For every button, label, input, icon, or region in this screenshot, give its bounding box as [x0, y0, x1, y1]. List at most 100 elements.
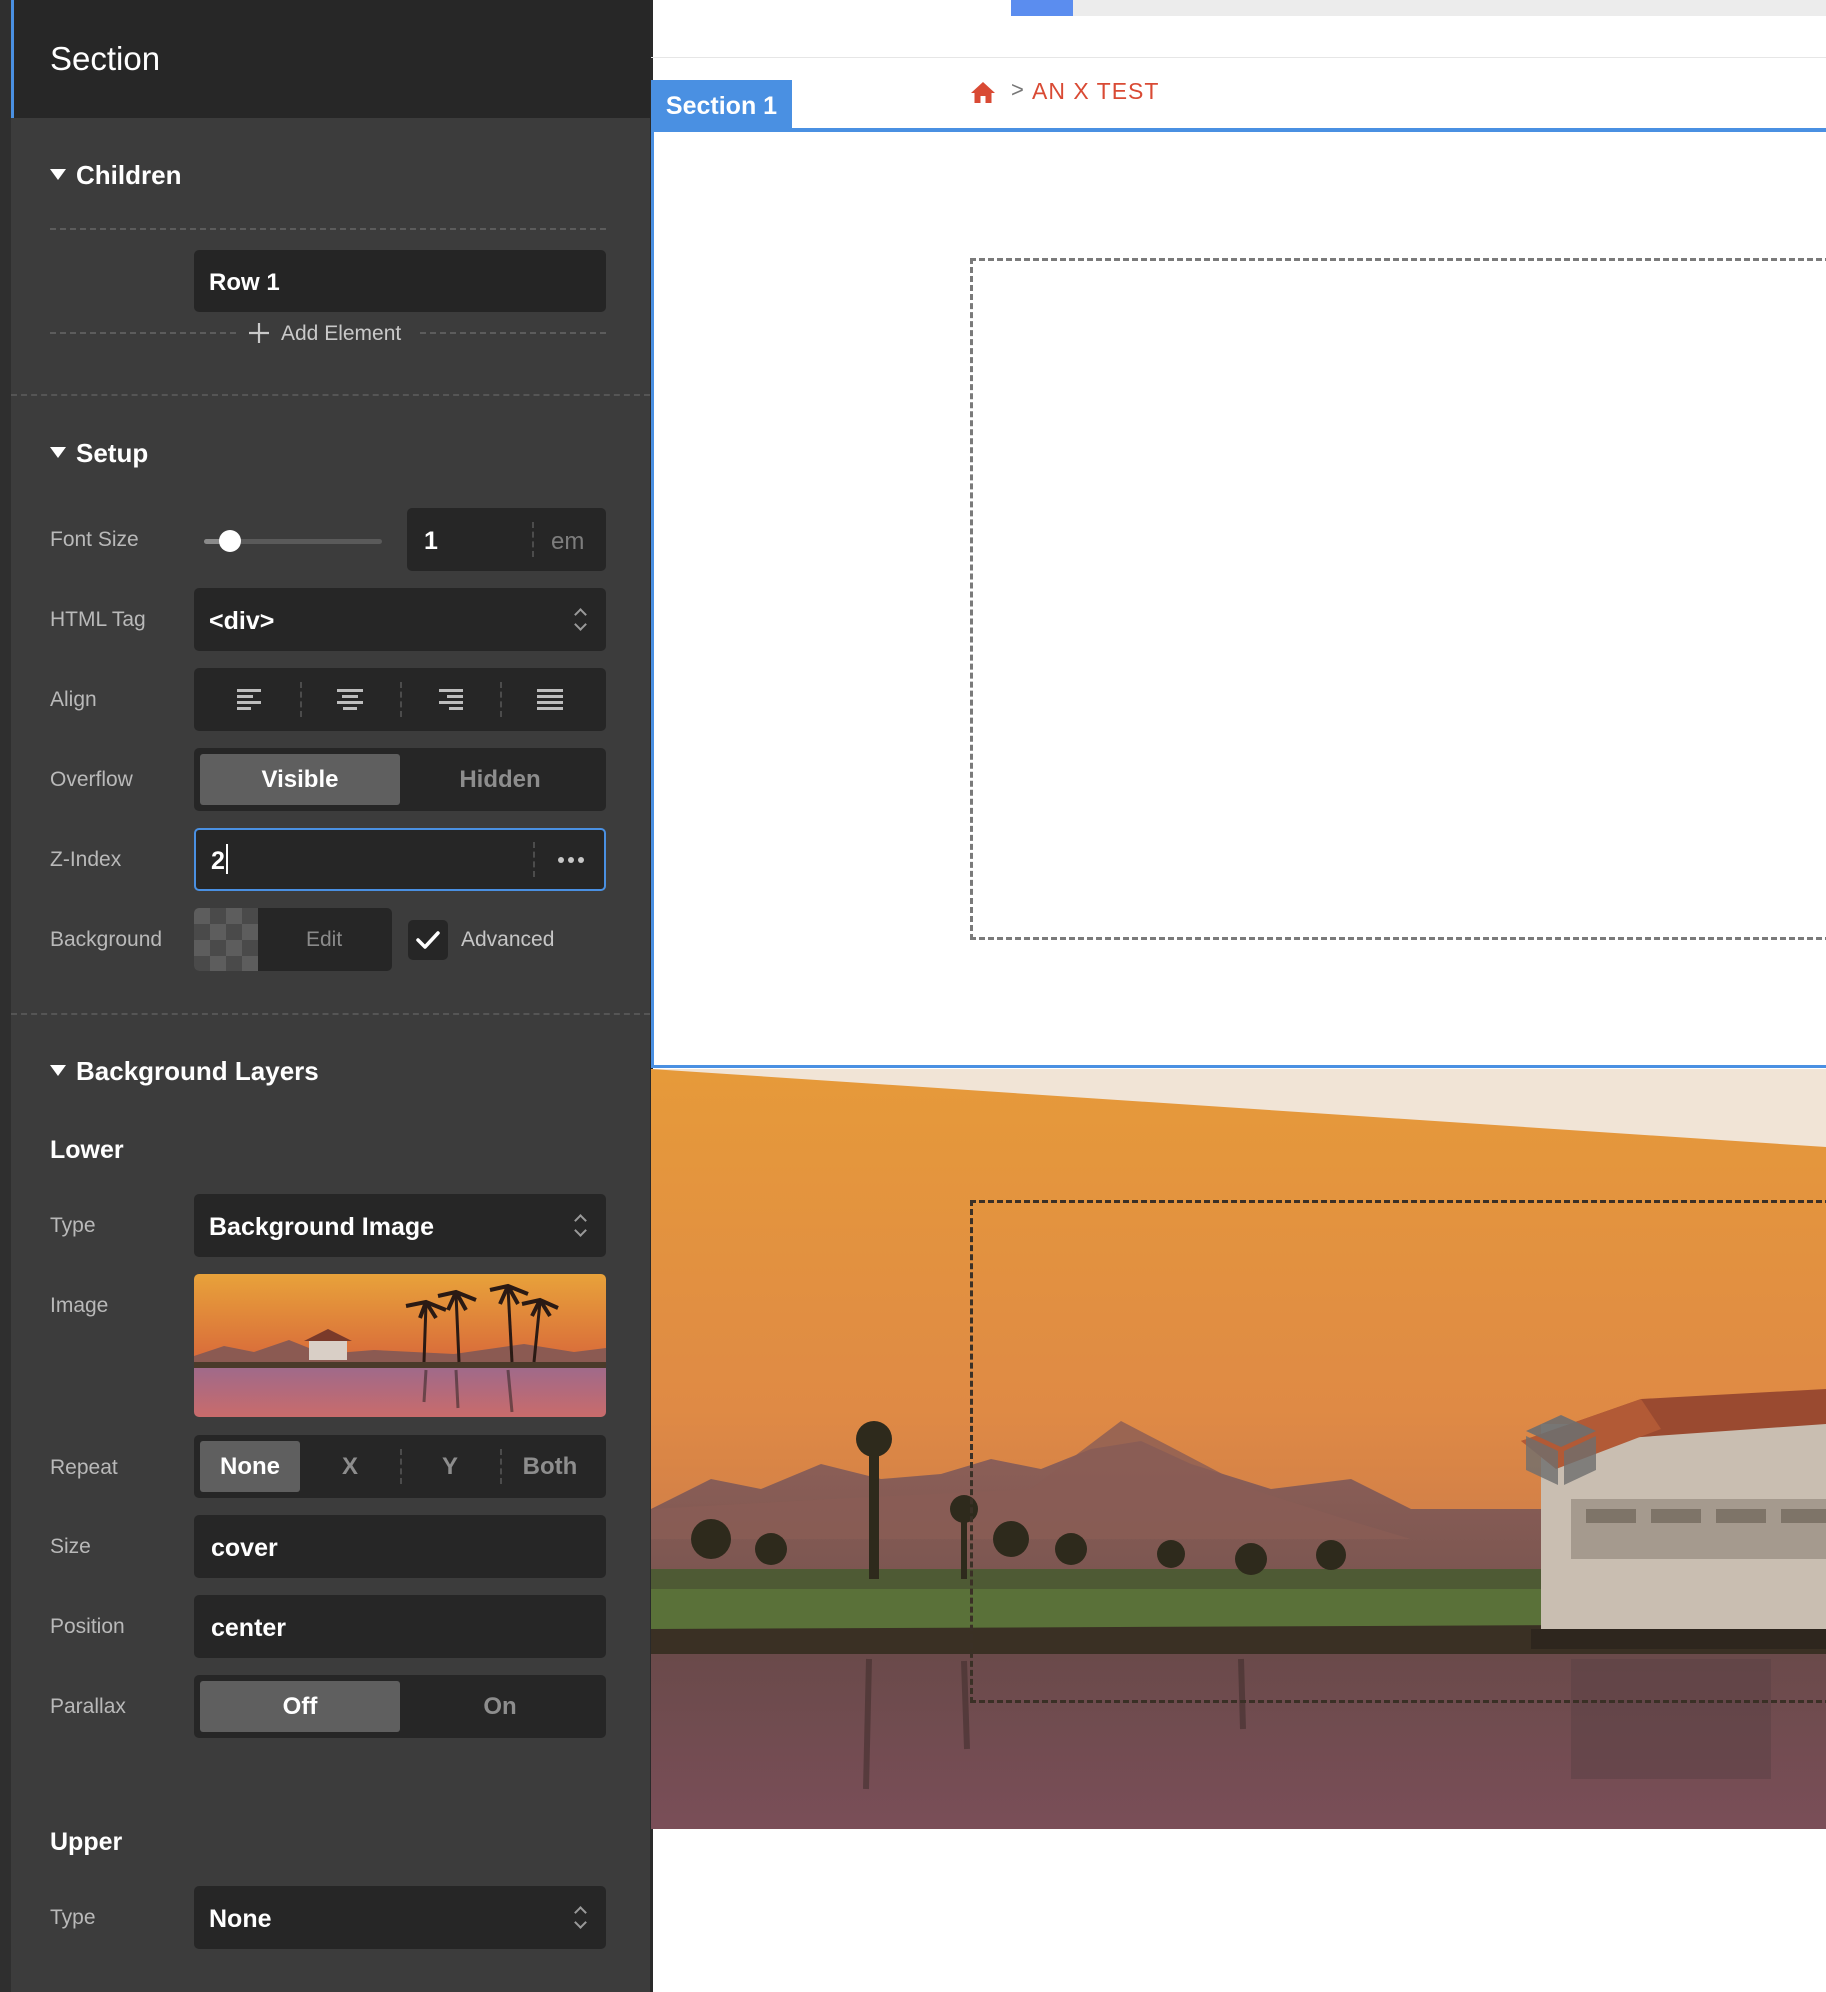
background-color-control[interactable]: Edit [194, 908, 392, 971]
lower-parallax-segmented-control: Off On [194, 1675, 606, 1738]
add-element-divider-left [50, 332, 236, 334]
panel-edge [0, 0, 11, 1992]
font-size-value: 1 [424, 527, 438, 555]
caret-down-icon [50, 1065, 66, 1076]
align-separator [500, 682, 502, 717]
repeat-both-option[interactable]: Both [500, 1441, 600, 1492]
chevron-up-down-icon [574, 607, 586, 633]
font-size-unit-separator [532, 522, 534, 557]
cube-icon[interactable] [1522, 1412, 1600, 1488]
text-caret [226, 844, 228, 874]
lower-position-label: Position [50, 1615, 125, 1638]
lower-position-input[interactable]: center [194, 1595, 606, 1658]
align-segmented-control [194, 668, 606, 731]
children-section-toggle[interactable]: Children [50, 160, 181, 191]
overflow-segmented-control: Visible Hidden [194, 748, 606, 811]
lower-type-label: Type [50, 1214, 96, 1237]
parallax-on-option[interactable]: On [400, 1681, 600, 1732]
z-index-value: 2 [211, 847, 225, 875]
advanced-label: Advanced [461, 928, 555, 951]
overflow-label: Overflow [50, 768, 133, 791]
lower-size-value: cover [211, 1534, 278, 1562]
overflow-hidden-option[interactable]: Hidden [400, 754, 600, 805]
inspector-panel: Section Children Row 1 Add Element Setup… [0, 0, 653, 1992]
z-index-label: Z-Index [50, 848, 122, 871]
background-edit-label: Edit [306, 928, 343, 951]
section-divider [11, 1013, 650, 1015]
background-label: Background [50, 928, 163, 951]
align-center-icon[interactable] [337, 689, 363, 711]
header-bottom-border [651, 57, 1826, 58]
lower-image-label: Image [50, 1294, 109, 1317]
breadcrumb-current[interactable]: AN X TEST [1032, 78, 1159, 105]
children-top-divider [50, 228, 606, 230]
lower-repeat-segmented-control: None X Y Both [194, 1435, 606, 1498]
plus-icon [249, 323, 269, 343]
child-item-row-1[interactable]: Row 1 [194, 250, 606, 312]
upper-type-label: Type [50, 1906, 96, 1929]
advanced-checkbox[interactable] [408, 920, 448, 960]
panel-header: Section [11, 0, 650, 118]
font-size-input[interactable]: 1 em [407, 508, 606, 571]
child-item-label: Row 1 [209, 269, 280, 296]
row-placeholder-box-background[interactable] [970, 1200, 1826, 1703]
lower-type-select[interactable]: Background Image [194, 1194, 606, 1257]
upper-type-select[interactable]: None [194, 1886, 606, 1949]
ellipsis-icon[interactable] [558, 856, 584, 864]
align-left-icon[interactable] [237, 689, 263, 711]
lower-size-input[interactable]: cover [194, 1515, 606, 1578]
home-icon[interactable] [970, 80, 996, 104]
caret-down-icon [50, 169, 66, 180]
setup-section-toggle[interactable]: Setup [50, 438, 148, 469]
align-justify-icon[interactable] [537, 689, 563, 711]
row-placeholder-box[interactable] [970, 258, 1826, 940]
add-element-divider-right [420, 332, 606, 334]
z-index-input[interactable]: 2 [194, 828, 606, 891]
background-layers-section-toggle[interactable]: Background Layers [50, 1056, 319, 1087]
background-layers-heading: Background Layers [76, 1056, 319, 1086]
align-right-icon[interactable] [437, 689, 463, 711]
add-element-label: Add Element [281, 322, 402, 345]
lower-image-preview[interactable] [194, 1274, 606, 1417]
children-heading: Children [76, 160, 182, 190]
upper-layer-heading: Upper [50, 1828, 123, 1856]
section-outline-bottom [651, 1065, 1826, 1068]
overflow-visible-option[interactable]: Visible [200, 754, 400, 805]
html-tag-value: <div> [209, 607, 275, 635]
align-label: Align [50, 688, 97, 711]
align-separator [400, 682, 402, 717]
section-outline-left [651, 128, 654, 1068]
lower-position-value: center [211, 1614, 287, 1642]
sunset-thumbnail-image [194, 1274, 606, 1417]
section-1-tab[interactable]: Section 1 [651, 80, 792, 129]
lower-layer-heading: Lower [50, 1136, 124, 1164]
transparency-swatch [194, 908, 258, 971]
repeat-y-option[interactable]: Y [400, 1441, 500, 1492]
z-index-separator [533, 842, 535, 877]
caret-down-icon [50, 447, 66, 458]
section-outline-top [651, 128, 1826, 132]
html-tag-label: HTML Tag [50, 608, 146, 631]
section-divider [11, 394, 650, 396]
repeat-none-option[interactable]: None [200, 1441, 300, 1492]
align-separator [300, 682, 302, 717]
lower-parallax-label: Parallax [50, 1695, 126, 1718]
panel-title: Section [50, 40, 161, 77]
chevron-up-down-icon [574, 1905, 586, 1931]
upper-type-value: None [209, 1905, 272, 1933]
lower-size-label: Size [50, 1535, 91, 1558]
lower-type-value: Background Image [209, 1213, 435, 1241]
setup-heading: Setup [76, 438, 149, 468]
parallax-off-option[interactable]: Off [200, 1681, 400, 1732]
check-icon [416, 931, 440, 949]
font-size-label: Font Size [50, 528, 139, 551]
html-tag-select[interactable]: <div> [194, 588, 606, 651]
font-size-unit[interactable]: em [551, 528, 584, 556]
breadcrumb-separator: > [1011, 77, 1025, 102]
lower-repeat-label: Repeat [50, 1456, 118, 1479]
repeat-x-option[interactable]: X [300, 1441, 400, 1492]
top-progress-indicator [1011, 0, 1073, 16]
top-progress-track [1073, 0, 1826, 16]
font-size-slider-handle[interactable] [219, 530, 241, 552]
chevron-up-down-icon [574, 1213, 586, 1239]
